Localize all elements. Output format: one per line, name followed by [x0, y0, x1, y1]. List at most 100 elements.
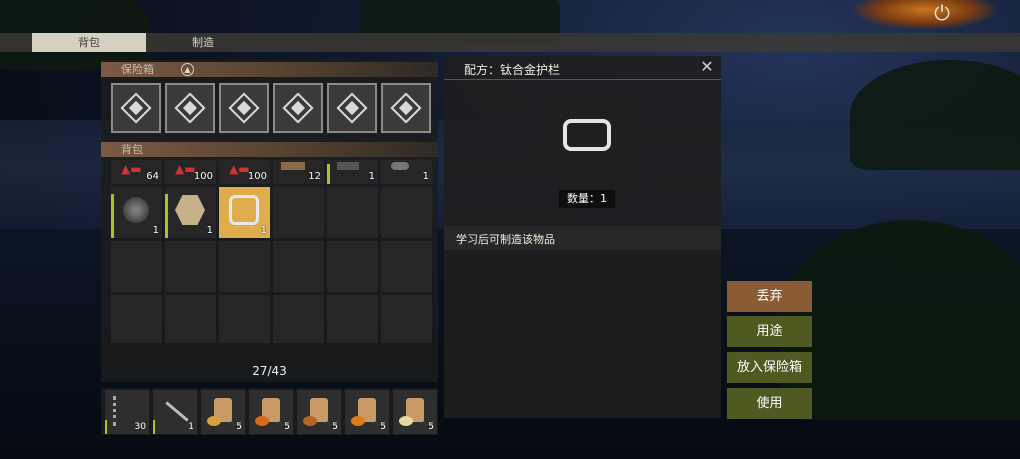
rice-icon — [399, 416, 413, 426]
inventory-slot[interactable]: 1 — [381, 160, 432, 184]
vault-slot[interactable] — [165, 83, 215, 133]
helmet-icon — [391, 162, 409, 170]
item-detail-panel: 配方：钛合金护栏 ✕ 数量：1 学习后可制造该物品 — [444, 56, 721, 418]
use-button[interactable]: 使用 — [727, 388, 812, 419]
tab-bar: 背包 制造 — [0, 33, 1020, 52]
detail-title: 配方：钛合金护栏 — [464, 63, 561, 77]
foliage — [780, 220, 1020, 420]
tab-backpack[interactable]: 背包 — [32, 33, 146, 52]
vault-icon — [120, 92, 152, 124]
item-count: 1 — [368, 171, 375, 182]
divider — [444, 79, 721, 80]
quick-slot[interactable]: 1 — [153, 390, 197, 434]
durability-bar — [111, 194, 114, 238]
inventory-slot[interactable] — [219, 241, 270, 292]
ammo-icon: ▲▬ — [175, 162, 196, 176]
inventory-slot[interactable] — [219, 295, 270, 343]
inventory-slot[interactable] — [327, 187, 378, 238]
blueprint-icon — [175, 195, 205, 225]
palm-leaves — [850, 60, 1020, 170]
chain-icon — [113, 396, 126, 426]
titanium-fence-icon — [563, 119, 611, 151]
quick-slot[interactable]: 5 — [393, 390, 437, 434]
vault-slot[interactable] — [219, 83, 269, 133]
quantity-label: 数量：1 — [559, 190, 615, 208]
inventory-slot[interactable]: 64 ▲▬ — [111, 160, 162, 184]
knife-icon — [165, 401, 189, 422]
inventory-slot[interactable] — [273, 241, 324, 292]
inventory-slot[interactable]: 1 — [165, 187, 216, 238]
tab-crafting[interactable]: 制造 — [146, 33, 260, 52]
quick-slot[interactable]: 30 — [105, 390, 149, 434]
potato-icon — [303, 416, 317, 426]
item-preview — [543, 91, 631, 179]
vault-section-header: 保险箱 ▲ — [101, 62, 438, 77]
inventory-slot[interactable]: 1 — [327, 160, 378, 184]
inventory-panel: 保险箱 ▲ 背包 64 ▲▬ 100 ▲▬ 100 ▲▬ 12 1 1 1 1 1 — [101, 60, 438, 382]
inventory-slot[interactable] — [111, 241, 162, 292]
item-count: 5 — [380, 422, 386, 432]
item-count: 1 — [422, 171, 429, 182]
inventory-slot[interactable] — [111, 295, 162, 343]
vault-slot[interactable] — [381, 83, 431, 133]
ammo-icon: ▲▬ — [121, 162, 142, 176]
inventory-slot[interactable] — [381, 295, 432, 343]
vault-icon — [228, 92, 260, 124]
inventory-slot[interactable] — [381, 187, 432, 238]
vault-icon — [174, 92, 206, 124]
close-icon[interactable]: ✕ — [699, 59, 715, 75]
inventory-slot-selected[interactable]: 1 — [219, 187, 270, 238]
put-in-vault-button[interactable]: 放入保险箱 — [727, 352, 812, 383]
pumpkin-icon — [255, 416, 269, 426]
power-icon[interactable]: ⏻ — [931, 2, 953, 24]
item-count: 1 — [152, 225, 159, 236]
inventory-slot[interactable] — [381, 241, 432, 292]
item-count: 1 — [260, 225, 267, 236]
usage-button[interactable]: 用途 — [727, 316, 812, 347]
gun-icon — [337, 162, 359, 170]
inventory-slot[interactable] — [327, 295, 378, 343]
quick-slot[interactable]: 5 — [297, 390, 341, 434]
quick-bar: 30 1 5 5 5 5 5 — [101, 388, 438, 435]
item-count: 100 — [247, 171, 267, 182]
vault-slot[interactable] — [327, 83, 377, 133]
inventory-slot[interactable] — [165, 295, 216, 343]
durability-bar — [105, 420, 107, 434]
inventory-slot[interactable]: 100 ▲▬ — [219, 160, 270, 184]
quick-slot[interactable]: 5 — [201, 390, 245, 434]
quick-slot[interactable]: 5 — [345, 390, 389, 434]
item-count: 5 — [332, 422, 338, 432]
quick-slot[interactable]: 5 — [249, 390, 293, 434]
inventory-slot[interactable] — [327, 241, 378, 292]
inventory-slot[interactable] — [165, 241, 216, 292]
backpack-section-header: 背包 — [101, 142, 438, 157]
discard-button[interactable]: 丢弃 — [727, 281, 812, 312]
inventory-slot[interactable]: 12 — [273, 160, 324, 184]
plank-icon — [281, 162, 305, 170]
wheat-icon — [207, 416, 221, 426]
vault-slot[interactable] — [111, 83, 161, 133]
durability-bar — [165, 194, 168, 238]
titanium-fence-icon — [229, 195, 259, 225]
item-count: 30 — [134, 422, 146, 432]
inventory-slot[interactable] — [273, 295, 324, 343]
item-count: 5 — [284, 422, 290, 432]
vault-icon — [390, 92, 422, 124]
item-count: 100 — [193, 171, 213, 182]
collapse-up-icon[interactable]: ▲ — [181, 63, 194, 76]
inventory-slot[interactable] — [273, 187, 324, 238]
backpack-title: 背包 — [121, 143, 143, 156]
vault-slot[interactable] — [273, 83, 323, 133]
item-count: 1 — [206, 225, 213, 236]
vault-icon — [282, 92, 314, 124]
inventory-slot[interactable]: 100 ▲▬ — [165, 160, 216, 184]
capacity-text: 27/43 — [252, 364, 287, 378]
item-count: 64 — [146, 171, 159, 182]
inventory-slot[interactable]: 1 — [111, 187, 162, 238]
item-count: 5 — [428, 422, 434, 432]
item-count: 1 — [188, 422, 194, 432]
vault-title: 保险箱 — [121, 63, 154, 76]
durability-bar — [327, 164, 330, 184]
item-count: 12 — [308, 171, 321, 182]
campfire-glow — [850, 0, 1000, 30]
